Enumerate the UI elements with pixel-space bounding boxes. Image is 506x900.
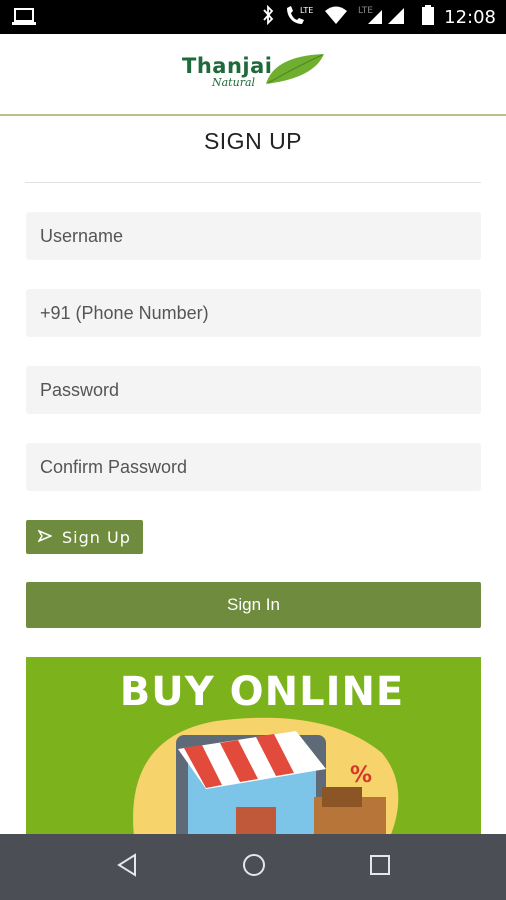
svg-text:%: %: [350, 763, 372, 788]
app-header: Thanjai Natural: [0, 34, 506, 116]
send-icon: [37, 528, 53, 547]
banner-title: BUY ONLINE: [119, 669, 405, 715]
page-title: SIGN UP: [203, 128, 303, 154]
logo[interactable]: Thanjai Natural: [182, 52, 327, 102]
status-time: 12:08: [444, 6, 496, 28]
status-icons: LTE LTE R 12:08: [262, 0, 496, 34]
confirm-password-field[interactable]: [26, 443, 481, 491]
status-bar: LTE LTE R 12:08: [0, 0, 506, 34]
phone-field[interactable]: [26, 289, 481, 337]
username-field[interactable]: [26, 212, 481, 260]
battery-icon: [422, 4, 435, 31]
logo-text: Thanjai: [182, 54, 273, 78]
leaf-icon: [264, 52, 326, 91]
signup-button[interactable]: Sign Up: [26, 520, 143, 554]
title-divider: [25, 182, 481, 183]
back-icon[interactable]: [115, 852, 139, 883]
svg-text:LTE: LTE: [358, 6, 373, 16]
wifi-icon: [324, 5, 348, 30]
signin-button[interactable]: Sign In: [26, 582, 481, 628]
call-icon: LTE: [284, 4, 314, 31]
signal-icon: LTE R: [358, 4, 412, 31]
svg-text:R: R: [391, 7, 397, 16]
bluetooth-icon: [262, 4, 274, 30]
svg-text:LTE: LTE: [300, 6, 313, 15]
password-field[interactable]: [26, 366, 481, 414]
home-icon[interactable]: [241, 852, 267, 883]
laptop-icon: [12, 7, 36, 32]
recents-icon[interactable]: [368, 852, 392, 883]
logo-subtext: Natural: [212, 76, 256, 89]
signup-label: Sign Up: [62, 527, 131, 547]
navigation-bar: [0, 834, 506, 900]
buy-online-banner[interactable]: % BUY ONLINE: [26, 657, 481, 837]
